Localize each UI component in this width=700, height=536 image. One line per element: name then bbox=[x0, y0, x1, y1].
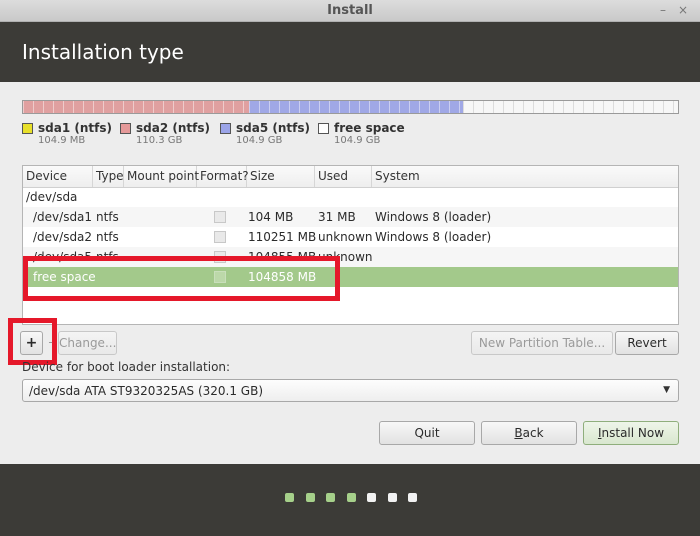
back-accel: B bbox=[514, 426, 523, 440]
table-row[interactable]: /dev/sda1 ntfs 104 MB 31 MB Windows 8 (l… bbox=[23, 207, 678, 227]
cell-system: Windows 8 (loader) bbox=[375, 210, 492, 224]
install-label: nstall Now bbox=[601, 426, 665, 440]
cell-system: Windows 8 (loader) bbox=[375, 230, 492, 244]
cell-device: /dev/sda2 bbox=[33, 230, 93, 244]
window-title: Install bbox=[327, 3, 373, 18]
partition-segment-sda2 bbox=[23, 101, 249, 113]
quit-button[interactable]: Quit bbox=[379, 421, 475, 445]
table-row-group[interactable]: /dev/sda bbox=[23, 187, 678, 207]
legend-swatch bbox=[22, 123, 33, 134]
boot-loader-select[interactable]: /dev/sda ATA ST9320325AS (320.1 GB) ▼ bbox=[22, 379, 679, 402]
legend-size: 110.3 GB bbox=[136, 135, 183, 146]
boot-loader-label: Device for boot loader installation: bbox=[22, 360, 231, 374]
cell-device: /dev/sda bbox=[26, 190, 78, 204]
column-header-size[interactable]: Size bbox=[247, 166, 315, 187]
window-titlebar: Install – × bbox=[0, 0, 700, 22]
legend-swatch bbox=[220, 123, 231, 134]
cell-size: 104 MB bbox=[248, 210, 294, 224]
legend-label: sda1 (ntfs) bbox=[38, 121, 112, 135]
install-now-button[interactable]: Install Now bbox=[583, 421, 679, 445]
back-button[interactable]: Back bbox=[481, 421, 577, 445]
legend-swatch bbox=[318, 123, 329, 134]
column-header-format[interactable]: Format? bbox=[197, 166, 249, 187]
boot-loader-value: /dev/sda ATA ST9320325AS (320.1 GB) bbox=[29, 384, 264, 398]
legend-swatch bbox=[120, 123, 131, 134]
legend-size: 104.9 GB bbox=[334, 135, 381, 146]
column-header-used[interactable]: Used bbox=[315, 166, 372, 187]
change-partition-button[interactable]: Change... bbox=[58, 331, 117, 355]
back-label: ack bbox=[522, 426, 544, 440]
new-partition-table-button[interactable]: New Partition Table... bbox=[471, 331, 613, 355]
dropdown-arrow-icon: ▼ bbox=[663, 385, 670, 395]
legend-label: sda2 (ntfs) bbox=[136, 121, 210, 135]
table-header: Device Type Mount point Format? Size Use… bbox=[23, 166, 678, 188]
partition-segment-free bbox=[462, 101, 678, 113]
progress-dot bbox=[305, 493, 315, 502]
table-row[interactable]: /dev/sda2 ntfs 110251 MB unknown Windows… bbox=[23, 227, 678, 247]
legend-size: 104.9 MB bbox=[38, 135, 86, 146]
cell-device: /dev/sda1 bbox=[33, 210, 93, 224]
progress-dot bbox=[285, 493, 294, 502]
close-icon[interactable]: × bbox=[676, 3, 690, 17]
column-header-type[interactable]: Type bbox=[93, 166, 124, 187]
page-header: Installation type bbox=[0, 22, 700, 82]
format-checkbox[interactable] bbox=[214, 211, 226, 223]
revert-button[interactable]: Revert bbox=[615, 331, 679, 355]
legend-label: sda5 (ntfs) bbox=[236, 121, 310, 135]
cell-size: 110251 MB bbox=[248, 230, 317, 244]
partition-table[interactable]: Device Type Mount point Format? Size Use… bbox=[22, 165, 679, 325]
add-partition-button[interactable]: + bbox=[20, 331, 43, 355]
column-header-device[interactable]: Device bbox=[23, 166, 93, 187]
cell-used: unknown bbox=[318, 230, 373, 244]
format-checkbox[interactable] bbox=[214, 231, 226, 243]
cell-type: ntfs bbox=[96, 230, 119, 244]
progress-dot bbox=[326, 493, 335, 502]
cell-used: 31 MB bbox=[318, 210, 356, 224]
minimize-icon[interactable]: – bbox=[656, 3, 670, 17]
legend-label: free space bbox=[334, 121, 405, 135]
progress-dot bbox=[346, 493, 356, 502]
progress-dot bbox=[387, 493, 397, 502]
remove-partition-button[interactable]: - bbox=[45, 331, 56, 355]
partition-segment-sda5 bbox=[248, 101, 463, 113]
highlight-free-space bbox=[23, 256, 340, 301]
legend-size: 104.9 GB bbox=[236, 135, 283, 146]
page-title: Installation type bbox=[22, 40, 184, 64]
partition-bar bbox=[22, 100, 679, 114]
progress-dot bbox=[408, 493, 417, 502]
column-header-mount-point[interactable]: Mount point bbox=[124, 166, 199, 187]
progress-dot bbox=[367, 493, 376, 502]
cell-type: ntfs bbox=[96, 210, 119, 224]
column-header-system[interactable]: System bbox=[372, 166, 678, 187]
